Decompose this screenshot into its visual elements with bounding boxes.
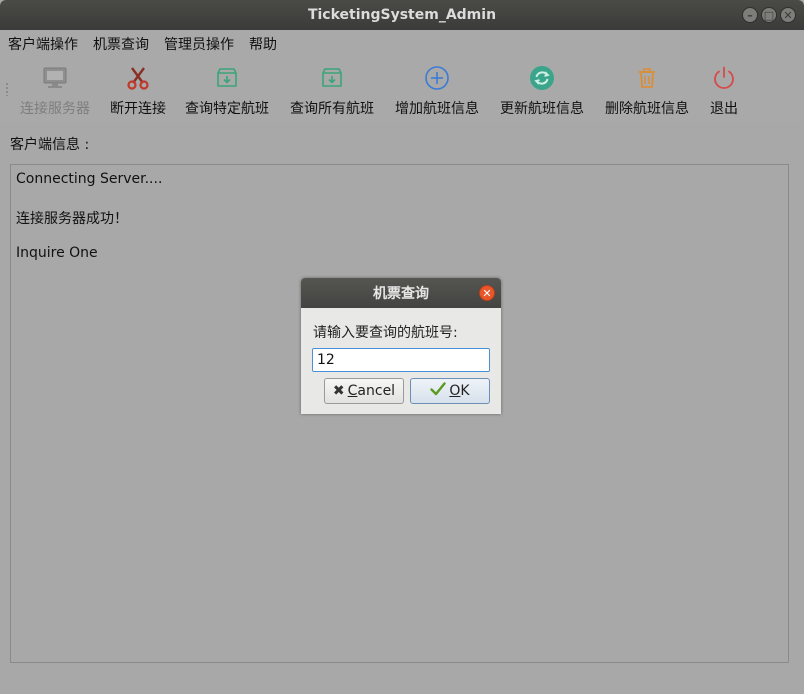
ok-label-rest: K [460, 383, 470, 399]
disconnect-label: 断开连接 [110, 101, 166, 117]
dialog-title: 机票查询 [373, 286, 429, 302]
cancel-button[interactable]: ✖ Cancel [324, 378, 404, 404]
cancel-label: Cancel [348, 383, 395, 399]
download-box-icon [213, 64, 241, 92]
computer-icon [41, 64, 69, 92]
minimize-icon[interactable]: – [742, 7, 758, 23]
query-all-flights-label: 查询所有航班 [290, 101, 374, 117]
trash-icon [633, 64, 661, 92]
menu-help[interactable]: 帮助 [241, 34, 284, 54]
query-specific-flight-button[interactable]: 查询特定航班 [185, 58, 269, 122]
dialog-prompt: 请输入要查询的航班号: [313, 325, 458, 341]
plus-circle-icon [423, 64, 451, 92]
connect-server-label: 连接服务器 [20, 101, 90, 117]
delete-flight-button[interactable]: 删除航班信息 [605, 58, 689, 122]
exit-button[interactable]: 退出 [710, 58, 738, 122]
menu-client-ops[interactable]: 客户端操作 [0, 34, 85, 54]
log-line: Connecting Server.... [16, 171, 163, 187]
cancel-x-icon: ✖ [332, 383, 345, 399]
delete-flight-label: 删除航班信息 [605, 101, 689, 117]
cancel-label-rest: ancel [357, 383, 396, 399]
scissors-icon [124, 64, 152, 92]
query-all-flights-button[interactable]: 查询所有航班 [290, 58, 374, 122]
window-title: TicketingSystem_Admin [307, 7, 497, 23]
cancel-mnemonic: C [347, 383, 358, 399]
update-flight-label: 更新航班信息 [500, 101, 584, 117]
window-titlebar[interactable]: TicketingSystem_Admin – □ ✕ [0, 0, 804, 30]
add-flight-label: 增加航班信息 [395, 101, 479, 117]
dialog-titlebar[interactable]: 机票查询 ✕ [301, 278, 501, 308]
refresh-icon [528, 64, 556, 92]
log-line: 连接服务器成功！ [16, 211, 128, 227]
exit-label: 退出 [710, 101, 738, 117]
download-box-icon [318, 64, 346, 92]
menu-admin-ops[interactable]: 管理员操作 [156, 34, 241, 54]
client-info-label: 客户端信息 : [10, 137, 90, 153]
disconnect-button[interactable]: 断开连接 [110, 58, 166, 122]
window-controls: – □ ✕ [742, 7, 796, 23]
close-icon[interactable]: ✕ [780, 7, 796, 23]
add-flight-button[interactable]: 增加航班信息 [395, 58, 479, 122]
flight-query-dialog: 机票查询 ✕ 请输入要查询的航班号: ✖ Cancel OK [301, 278, 501, 414]
connect-server-button[interactable]: 连接服务器 [20, 58, 90, 122]
toolbar-grip[interactable] [5, 82, 9, 96]
menu-ticket-query[interactable]: 机票查询 [85, 34, 156, 54]
log-line: Inquire One [16, 245, 98, 261]
checkmark-icon [430, 382, 447, 400]
power-icon [710, 64, 738, 92]
update-flight-button[interactable]: 更新航班信息 [500, 58, 584, 122]
toolbar: 连接服务器 断开连接 查询特定航班 查询所有航班 增加航班信息 更新航班信息 删… [0, 58, 804, 122]
ok-label: OK [449, 383, 469, 399]
maximize-icon[interactable]: □ [761, 7, 777, 23]
ok-button[interactable]: OK [410, 378, 490, 404]
menubar: 客户端操作 机票查询 管理员操作 帮助 [0, 30, 804, 58]
ok-mnemonic: O [449, 383, 461, 399]
flight-number-input[interactable] [312, 348, 490, 372]
close-icon[interactable]: ✕ [479, 285, 495, 301]
query-specific-flight-label: 查询特定航班 [185, 101, 269, 117]
